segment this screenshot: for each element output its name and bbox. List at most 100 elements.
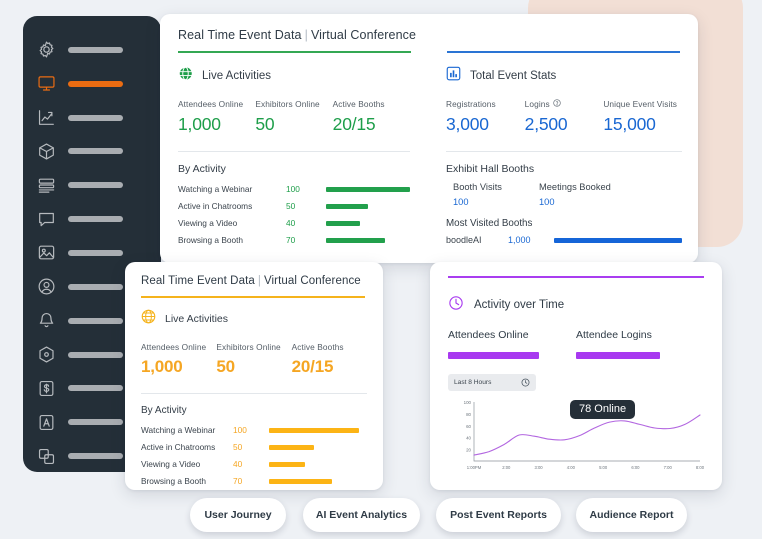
bar-chart-box-icon xyxy=(446,66,461,86)
clock-icon xyxy=(448,295,464,316)
sidebar-item-label-placeholder xyxy=(68,148,123,154)
divider xyxy=(178,151,410,152)
svg-text:20: 20 xyxy=(466,447,471,452)
activity-name: Browsing a Booth xyxy=(141,476,233,486)
chat-bubble-icon xyxy=(37,210,56,229)
activity-bar xyxy=(326,187,410,192)
accent-rule-green xyxy=(178,51,411,53)
monitor-icon xyxy=(37,74,56,93)
total-event-stats-panel: Total Event Stats Registrations 3,000Logi… xyxy=(446,66,682,245)
activity-bar xyxy=(326,238,385,243)
svg-text:2:00: 2:00 xyxy=(502,465,511,470)
activity-row: Active in Chatrooms50 xyxy=(141,442,367,452)
card-title-secondary: Virtual Conference xyxy=(311,28,416,42)
activity-over-time-header: Activity over Time xyxy=(448,295,704,315)
activity-bar xyxy=(269,428,359,433)
orange-title-primary: Real Time Event Data xyxy=(141,275,255,287)
orange-by-activity-title: By Activity xyxy=(141,405,367,416)
activity-bar xyxy=(326,221,360,226)
action-pill-1[interactable]: AI Event Analytics xyxy=(303,498,420,532)
sidebar-item-4[interactable] xyxy=(23,169,161,201)
action-pill-label: Audience Report xyxy=(589,509,673,521)
metric-attendee-logins: Attendee Logins xyxy=(576,329,704,359)
total-event-stats-header: Total Event Stats xyxy=(446,66,682,86)
kpi-value: 50 xyxy=(216,357,291,377)
purple-metrics-row: Attendees Online Attendee Logins xyxy=(448,329,704,359)
chart-tooltip: 78 Online xyxy=(570,400,635,419)
sidebar-item-label-placeholder xyxy=(68,115,123,121)
accent-rule-orange xyxy=(141,296,365,298)
clock-icon xyxy=(521,374,530,392)
sidebar-item-5[interactable] xyxy=(23,203,161,235)
activity-name: Viewing a Video xyxy=(178,218,286,228)
activity-bar xyxy=(269,462,305,467)
dollar-box-icon xyxy=(37,379,56,398)
activity-name: Active in Chatrooms xyxy=(178,201,286,211)
sidebar-item-3[interactable] xyxy=(23,136,161,168)
live-activities-header: Live Activities xyxy=(178,66,410,86)
activity-value: 40 xyxy=(233,459,269,469)
info-icon[interactable] xyxy=(553,99,561,109)
kpi-value: 3,000 xyxy=(446,114,525,135)
sidebar-item-2[interactable] xyxy=(23,102,161,134)
kpi-1: Exhibitors Online 50 xyxy=(216,342,291,377)
activity-row: Watching a Webinar100 xyxy=(141,425,367,435)
card-title-primary: Real Time Event Data xyxy=(178,28,302,42)
activity-value: 70 xyxy=(233,476,269,486)
accent-rules xyxy=(178,51,680,53)
kpi-label: Active Booths xyxy=(292,342,367,352)
activity-value: 50 xyxy=(233,442,269,452)
most-visited-row: boodleAI1,000 xyxy=(446,235,682,245)
orange-live-activities-label: Live Activities xyxy=(165,313,228,325)
orange-title-secondary: Virtual Conference xyxy=(264,275,361,287)
booth-kpi-row: Booth Visits100Meetings Booked100 xyxy=(446,182,682,207)
action-pill-2[interactable]: Post Event Reports xyxy=(436,498,561,532)
sidebar-item-label-placeholder xyxy=(68,352,123,358)
image-icon xyxy=(37,243,56,262)
activity-value: 100 xyxy=(286,184,326,194)
action-pill-0[interactable]: User Journey xyxy=(190,498,286,532)
sidebar-item-0[interactable] xyxy=(23,34,161,66)
live-kpi-row: Attendees Online1,000Exhibitors Online50… xyxy=(178,99,410,135)
kpi-label: Exhibitors Online xyxy=(216,342,291,352)
kpi-label: Logins xyxy=(525,99,604,109)
svg-text:1:00PM: 1:00PM xyxy=(467,465,482,470)
kpi-2: Active Booths20/15 xyxy=(333,99,410,135)
most-visited-booths-title: Most Visited Booths xyxy=(446,218,682,229)
booth-value: 1,000 xyxy=(508,235,554,245)
kpi-1: Exhibitors Online50 xyxy=(255,99,332,135)
accent-rule-purple xyxy=(448,276,704,278)
time-range-label: Last 8 Hours xyxy=(454,379,491,386)
action-pill-3[interactable]: Audience Report xyxy=(576,498,687,532)
divider xyxy=(446,151,682,152)
live-activities-panel: Live Activities Attendees Online1,000Exh… xyxy=(178,66,410,245)
action-pill-label: User Journey xyxy=(204,509,271,521)
sidebar-item-1[interactable] xyxy=(23,68,161,100)
bell-icon xyxy=(37,311,56,330)
booth-kpi-0: Booth Visits100 xyxy=(453,182,539,207)
globe-filled-icon xyxy=(178,66,193,86)
real-time-event-data-card-orange: Real Time Event Data|Virtual Conference … xyxy=(125,262,383,490)
cube-icon xyxy=(37,142,56,161)
booth-kpi-value: 100 xyxy=(453,197,539,207)
most-visited-list: boodleAI1,000 xyxy=(446,235,682,245)
activity-bar xyxy=(326,204,368,209)
activity-name: Viewing a Video xyxy=(141,459,233,469)
sidebar-item-label-placeholder xyxy=(68,216,123,222)
sidebar-item-label-placeholder xyxy=(68,250,123,256)
activity-name: Watching a Webinar xyxy=(141,425,233,435)
sidebar-item-label-placeholder xyxy=(68,453,123,459)
kpi-2: Unique Event Visits15,000 xyxy=(603,99,682,135)
kpi-label: Active Booths xyxy=(333,99,410,109)
sidebar-item-label-placeholder xyxy=(68,318,123,324)
activity-bar xyxy=(269,479,332,484)
action-pill-label: Post Event Reports xyxy=(450,509,547,521)
svg-text:100: 100 xyxy=(464,400,472,405)
booth-kpi-value: 100 xyxy=(539,197,625,207)
kpi-value: 1,000 xyxy=(178,114,255,135)
booth-name: boodleAI xyxy=(446,235,508,245)
kpi-label: Registrations xyxy=(446,99,525,109)
metric-label: Attendees Online xyxy=(448,329,576,341)
chart-line-icon xyxy=(37,108,56,127)
time-range-selector[interactable]: Last 8 Hours xyxy=(448,374,536,391)
